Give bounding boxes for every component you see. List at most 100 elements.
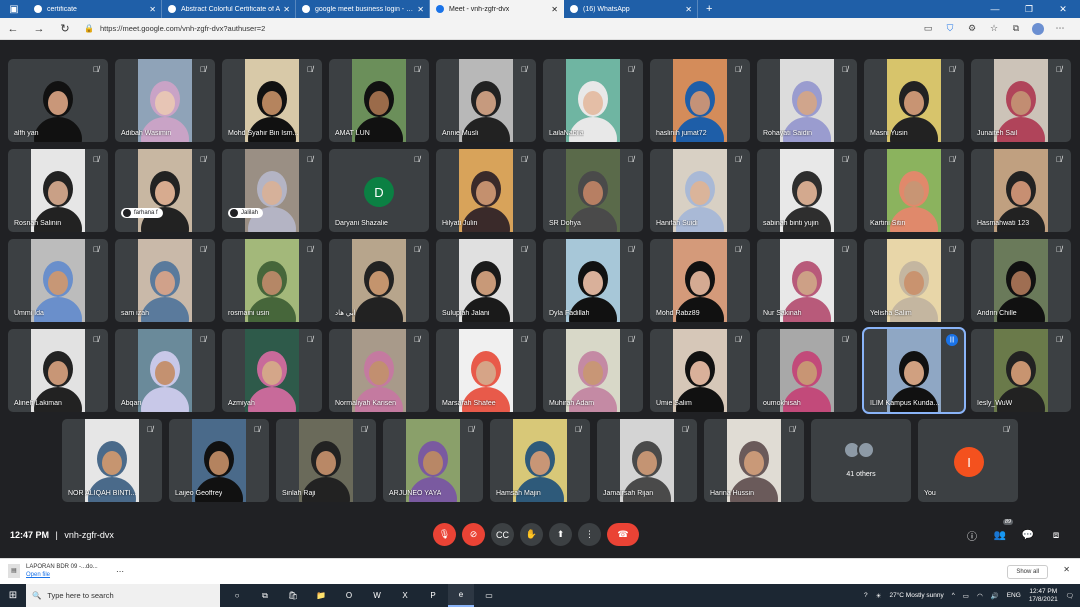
participant-tile[interactable]: 🎙̸ Sinlah Raji	[276, 419, 376, 502]
powerpoint-icon[interactable]: P	[420, 584, 446, 607]
open-file-link[interactable]: Open file	[26, 572, 50, 578]
download-more-icon[interactable]: ⋯	[116, 567, 124, 576]
help-icon[interactable]: ?	[864, 592, 868, 599]
participant-tile[interactable]: 🎙̸ Hamsah Majin	[490, 419, 590, 502]
participant-tile[interactable]: 🎙̸ Jalilah	[222, 149, 322, 232]
participant-tile[interactable]: 🎙̸ Azmiyah	[222, 329, 322, 412]
volume-icon[interactable]: 🔊	[991, 592, 999, 600]
participant-tile[interactable]: ||| ILIM Kampus Kunda...	[862, 327, 966, 414]
participant-tile[interactable]: 🎙̸ ARJUNEO YAYA	[383, 419, 483, 502]
others-tile[interactable]: 41 others	[811, 419, 911, 502]
camera-off-icon[interactable]: ⊘	[462, 523, 485, 546]
show-all-button[interactable]: Show all	[1007, 565, 1048, 579]
tab-close-icon[interactable]: ✕	[417, 5, 424, 14]
participant-tile[interactable]: 🎙̸ Masni Yusin	[864, 59, 964, 142]
profile-avatar[interactable]	[1030, 22, 1046, 36]
info-icon[interactable]: ⓘ	[964, 527, 980, 543]
participant-tile[interactable]: 🎙̸ LailaNabila	[543, 59, 643, 142]
more-menu-icon[interactable]: ⋯	[1052, 22, 1068, 36]
chat-icon[interactable]: 💬	[1020, 527, 1036, 543]
participant-tile[interactable]: 🎙̸ Junaiteh Sail	[971, 59, 1071, 142]
new-tab-button[interactable]: +	[698, 3, 720, 15]
battery-icon[interactable]: ▭	[963, 592, 969, 600]
camera-permission-icon[interactable]: ▭	[920, 22, 936, 36]
shield-icon[interactable]: ⛉	[942, 22, 958, 36]
minimize-icon[interactable]: —	[978, 4, 1012, 15]
microphone-off-icon[interactable]: 🎙	[433, 523, 456, 546]
forward-arrow-icon[interactable]: →	[26, 23, 52, 35]
participant-tile[interactable]: 🎙̸ Rohayati Saidin	[757, 59, 857, 142]
cortana-icon[interactable]: ○	[224, 584, 250, 607]
end-call-icon[interactable]: ☎	[607, 523, 639, 546]
participant-tile[interactable]: 🎙̸ Yelisha Salim	[864, 239, 964, 322]
tab-close-icon[interactable]: ✕	[551, 5, 558, 14]
notifications-icon[interactable]: 🗨	[1066, 592, 1074, 600]
participant-tile[interactable]: 🎙̸ Hasmahwati 123	[971, 149, 1071, 232]
extensions-icon[interactable]: ⚙	[964, 22, 980, 36]
maximize-icon[interactable]: ❐	[1012, 4, 1046, 15]
tab-close-icon[interactable]: ✕	[149, 5, 156, 14]
participant-tile[interactable]: 🎙̸ Alineh Lakiman	[8, 329, 108, 412]
participant-tile[interactable]: 🎙̸ Umie Salim	[650, 329, 750, 412]
self-tile[interactable]: I 🎙̸ You	[918, 419, 1018, 502]
participant-tile[interactable]: 🎙̸ Abqari	[115, 329, 215, 412]
refresh-icon[interactable]: ↻	[52, 22, 78, 35]
window-menu-icon[interactable]: ▣	[0, 0, 28, 18]
back-arrow-icon[interactable]: ←	[0, 23, 26, 35]
windows-start-icon[interactable]: ⊞	[0, 590, 26, 601]
participant-tile[interactable]: 🎙̸ Hanifah Suidi	[650, 149, 750, 232]
outlook-icon[interactable]: O	[336, 584, 362, 607]
tab-close-icon[interactable]: ✕	[685, 5, 692, 14]
participant-tile[interactable]: 🎙̸ Dyla Fadillah	[543, 239, 643, 322]
present-screen-icon[interactable]: ⬆	[549, 523, 572, 546]
participant-tile[interactable]: 🎙̸ Harina Hussin	[704, 419, 804, 502]
browser-tab[interactable]: google meet business login - Bin ✕	[296, 0, 430, 18]
network-icon[interactable]: ◠	[977, 592, 983, 600]
weather-text[interactable]: 27°C Mostly sunny	[889, 592, 943, 599]
participant-tile[interactable]: 🎙̸ Adibah Wasimin	[115, 59, 215, 142]
participant-tile[interactable]: 🎙̸ SR Dohya	[543, 149, 643, 232]
close-downloads-icon[interactable]: ✕	[1063, 565, 1070, 574]
store-icon[interactable]: 🛍	[280, 584, 306, 607]
url-input[interactable]: 🔒 https://meet.google.com/vnh-zgfr-dvx?a…	[84, 21, 864, 37]
participant-tile[interactable]: 🎙̸ rosmaini usin	[222, 239, 322, 322]
close-window-icon[interactable]: ✕	[1046, 4, 1080, 15]
participant-tile[interactable]: 🎙̸ AMAT LUN	[329, 59, 429, 142]
remote-desktop-icon[interactable]: ▭	[476, 584, 502, 607]
participant-tile[interactable]: 🎙̸ Sulupiah Jalani	[436, 239, 536, 322]
collections-icon[interactable]: ⧉	[1008, 22, 1024, 36]
browser-tab[interactable]: Meet - vnh-zgfr-dvx ✕	[430, 0, 564, 18]
participant-tile[interactable]: 🎙̸ Mohd Rabz89	[650, 239, 750, 322]
participant-tile[interactable]: 🎙̸ Rosnah Salinin	[8, 149, 108, 232]
participant-tile[interactable]: 🎙̸ Andrin Chille	[971, 239, 1071, 322]
captions-icon[interactable]: CC	[491, 523, 514, 546]
language-indicator[interactable]: ENG	[1007, 592, 1021, 599]
participant-tile[interactable]: D 🎙̸ Daryani Shazalie	[329, 149, 429, 232]
participant-tile[interactable]: 🎙̸ Kartini Sitin	[864, 149, 964, 232]
word-icon[interactable]: W	[364, 584, 390, 607]
taskbar-clock[interactable]: 12:47 PM 17/8/2021	[1029, 588, 1058, 604]
participant-tile[interactable]: 🎙̸ Muhirah Adam	[543, 329, 643, 412]
participant-tile[interactable]: 🎙̸ haslinih jumat72	[650, 59, 750, 142]
raise-hand-icon[interactable]: ✋	[520, 523, 543, 546]
tray-chevron-icon[interactable]: ^	[952, 592, 955, 599]
participant-tile[interactable]: 🎙̸ Nur Sakinah	[757, 239, 857, 322]
participant-tile[interactable]: 🎙̸ Jamairsah Rijan	[597, 419, 697, 502]
participant-tile[interactable]: 🎙̸ alfh yan	[8, 59, 108, 142]
participant-tile[interactable]: 🎙̸ Iesly_WuW	[971, 329, 1071, 412]
excel-icon[interactable]: X	[392, 584, 418, 607]
edge-icon[interactable]: e	[448, 584, 474, 607]
activities-icon[interactable]: ⧈	[1048, 527, 1064, 543]
participant-tile[interactable]: 🎙̸ Mohd Syahir Bin Ism...	[222, 59, 322, 142]
participant-tile[interactable]: 🎙̸ Annie Musli	[436, 59, 536, 142]
participant-tile[interactable]: 🎙̸ Hilyati Julin	[436, 149, 536, 232]
participant-tile[interactable]: 🎙̸ oumokhisah	[757, 329, 857, 412]
participant-tile[interactable]: 🎙̸ ابي هاد	[329, 239, 429, 322]
more-options-icon[interactable]: ⋮	[578, 523, 601, 546]
participant-tile[interactable]: 🎙̸ Ummi Ida	[8, 239, 108, 322]
download-item[interactable]: ▤ LAPORAN BDR 09 -...do... Open file	[8, 563, 98, 579]
people-icon[interactable]: 👥 89	[992, 519, 1013, 543]
browser-tab[interactable]: Abstract Colorful Certificate of A ✕	[162, 0, 296, 18]
participant-tile[interactable]: 🎙̸ Laijeo Geoffrey	[169, 419, 269, 502]
participant-tile[interactable]: 🎙̸ NOR ALIQAH BINTI...	[62, 419, 162, 502]
